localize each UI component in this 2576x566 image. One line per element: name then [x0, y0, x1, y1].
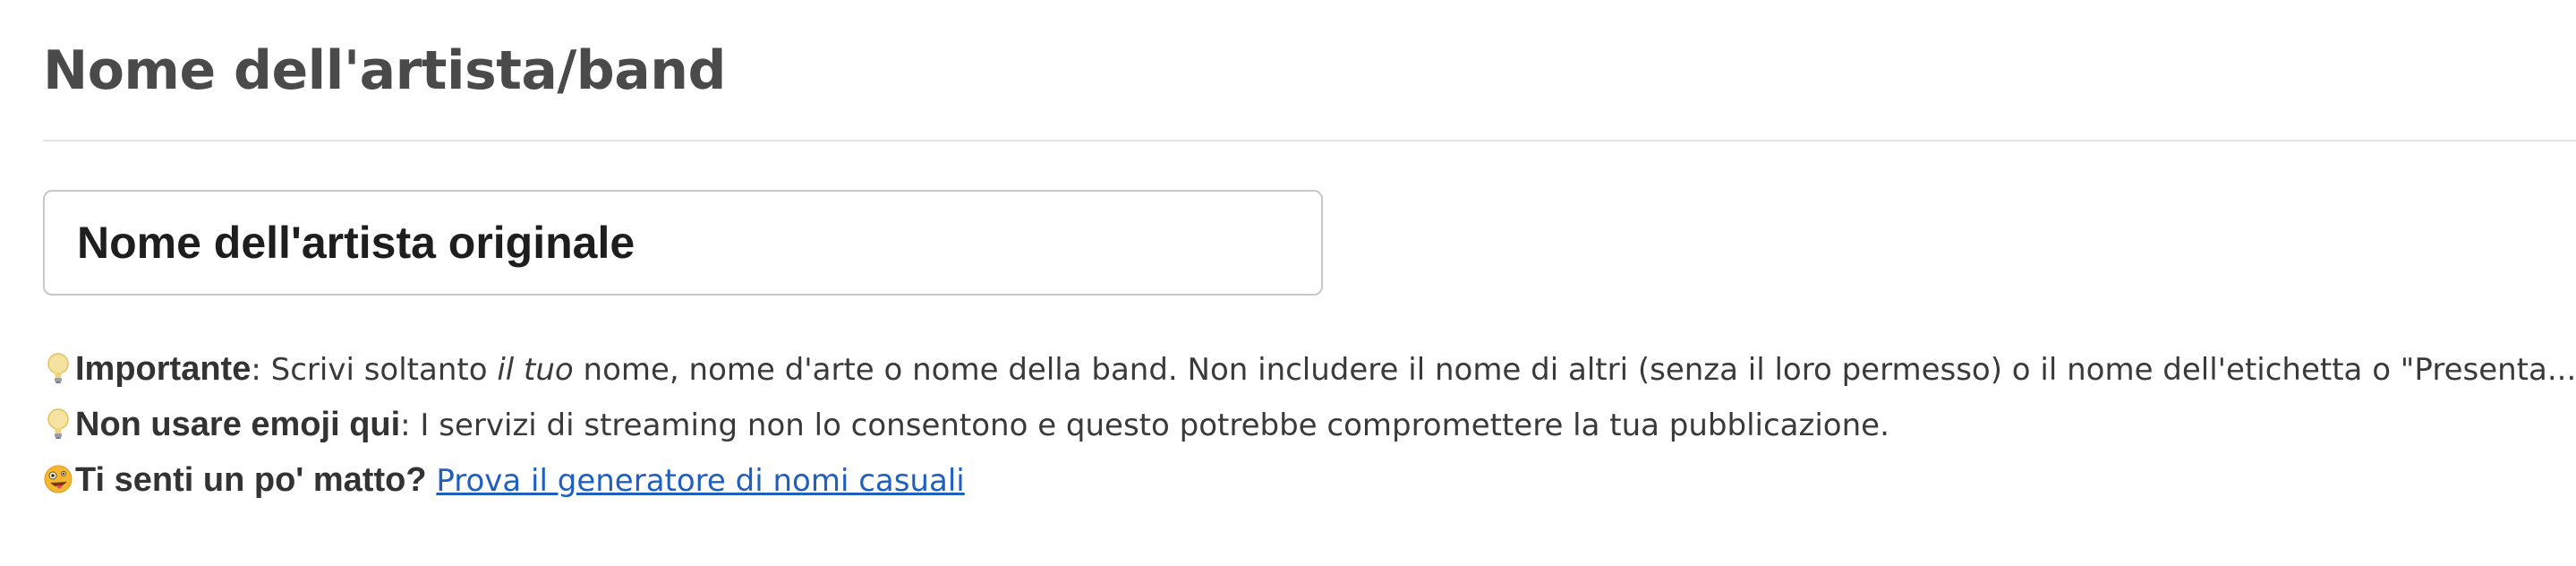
- hint-important-emphasis: il tuo: [497, 352, 574, 388]
- hint-no-emoji-label: Non usare emoji qui: [75, 406, 401, 443]
- hint-random-name: Ti senti un po' matto? Prova il generato…: [43, 457, 2576, 512]
- section-divider: [43, 140, 2576, 142]
- hint-important-label: Importante: [75, 350, 252, 388]
- hint-important-text-after: nome, nome d'arte o nome della band. Non…: [573, 352, 2576, 388]
- hint-important: Importante: Scrivi soltanto il tuo nome,…: [43, 346, 2576, 401]
- zany-face-icon: [43, 462, 73, 496]
- lightbulb-icon: [43, 407, 73, 441]
- hint-no-emoji: Non usare emoji qui: I servizi di stream…: [43, 401, 2576, 457]
- random-name-generator-link[interactable]: Prova il generatore di nomi casuali: [436, 463, 964, 499]
- artist-name-input[interactable]: [43, 190, 1323, 296]
- hint-random-name-label: Ti senti un po' matto?: [75, 461, 427, 499]
- hint-important-text-before: : Scrivi soltanto: [251, 352, 498, 388]
- section-title: Nome dell'artista/band: [43, 39, 726, 102]
- hint-no-emoji-text: : I servizi di streaming non lo consento…: [400, 407, 1889, 443]
- hints-list: Importante: Scrivi soltanto il tuo nome,…: [43, 346, 2576, 512]
- lightbulb-icon: [43, 351, 73, 385]
